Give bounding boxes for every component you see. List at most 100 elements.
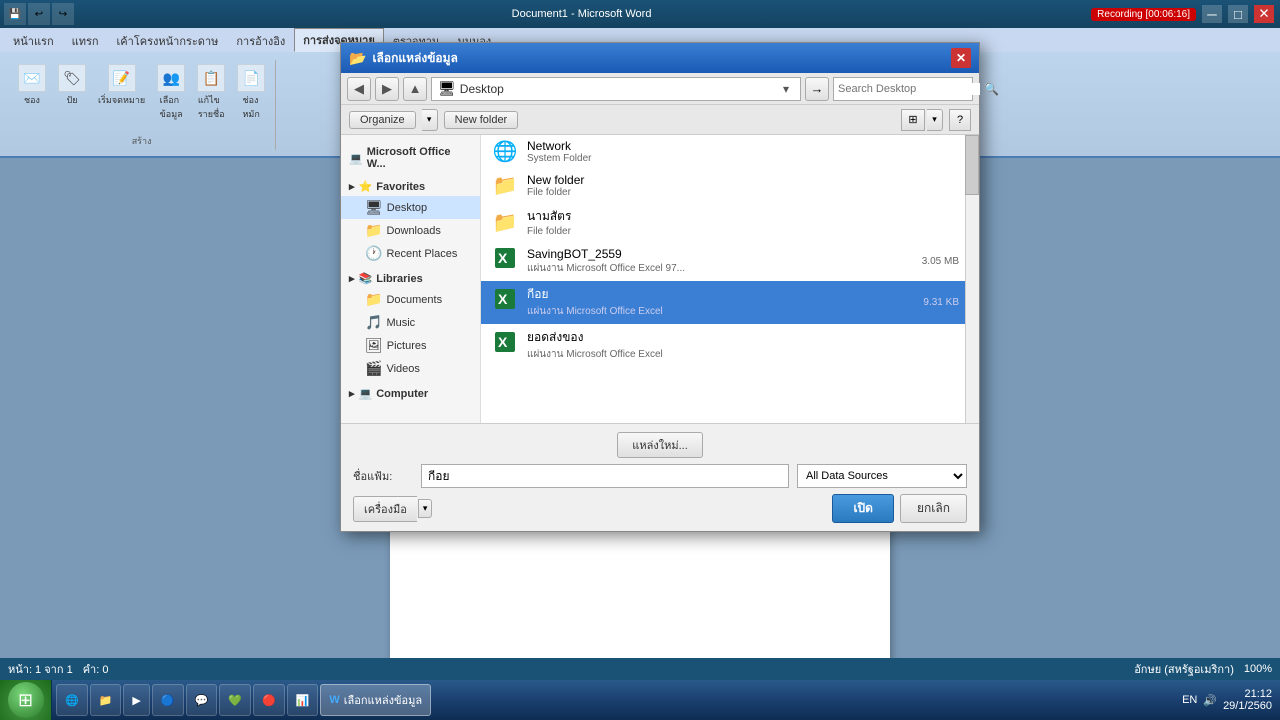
filename-label: ชื่อแฟ้ม: xyxy=(353,467,413,485)
group-create-label: สร้าง xyxy=(132,134,152,148)
recipients-icon: 👥 xyxy=(157,64,185,92)
organize-button[interactable]: Organize xyxy=(349,111,416,129)
nav-documents-label: Documents xyxy=(386,294,442,306)
nav-section-office: 💻 Microsoft Office W... xyxy=(341,141,480,175)
taskbar-red-app[interactable]: 🔴 xyxy=(253,684,285,716)
ribbon-group-create: ✉️ ชอง 🏷 ปัย 📝 เริ่มจดหมาย 👥 เลือกข้อมูล xyxy=(8,60,276,150)
file-item-kioy[interactable]: X กีอย แผ่นงาน Microsoft Office Excel 9.… xyxy=(481,281,979,324)
cancel-button[interactable]: ยกเลิก xyxy=(900,494,967,523)
file-list-scrolltrack[interactable] xyxy=(965,135,979,423)
back-button[interactable]: ◀ xyxy=(347,77,371,101)
dialog-title-text: เลือกแหล่งข้อมูล xyxy=(372,49,945,68)
yodsong-info: ยอดส่งของ แผ่นงาน Microsoft Office Excel xyxy=(527,328,959,362)
up-button[interactable]: ▲ xyxy=(403,77,427,101)
nav-item-recent[interactable]: 🕐 Recent Places xyxy=(341,242,480,265)
merge-label: เริ่มจดหมาย xyxy=(98,93,145,107)
nav-favorites-header[interactable]: ▸ ⭐ Favorites xyxy=(341,177,480,196)
minimize-btn[interactable]: ─ xyxy=(1202,5,1222,23)
system-tray: EN 🔊 21:12 29/1/2560 xyxy=(1174,688,1280,712)
nav-section-libraries: ▸ 📚 Libraries 📁 Documents 🎵 Music xyxy=(341,267,480,382)
newfolder-icon: 📁 xyxy=(491,173,519,198)
footer-buttons-row: เครื่องมือ ▾ เปิด ยกเลิก xyxy=(353,494,967,523)
file-list-scrollthumb[interactable] xyxy=(965,135,979,195)
yodsong-name: ยอดส่งของ xyxy=(527,328,959,347)
file-item-yodsong[interactable]: X ยอดส่งของ แผ่นงาน Microsoft Office Exc… xyxy=(481,324,979,367)
ribbon-btn-start-merge[interactable]: 📝 เริ่มจดหมาย xyxy=(94,62,149,109)
new-folder-footer-btn[interactable]: แหล่งใหม่... xyxy=(617,432,703,458)
tab-home[interactable]: หน้าแรก xyxy=(4,29,63,52)
maximize-btn[interactable]: □ xyxy=(1228,5,1248,23)
namsat-type: File folder xyxy=(527,226,959,237)
tab-references[interactable]: การอ้างอิง xyxy=(227,29,294,52)
file-item-newfolder[interactable]: 📁 New folder File folder xyxy=(481,169,979,203)
ribbon-btn-field[interactable]: 📄 ช่องหมัก xyxy=(233,62,269,123)
ribbon-btn-edit-list[interactable]: 📋 แก้ไขรายชื่อ xyxy=(193,62,229,123)
forward-button[interactable]: ▶ xyxy=(375,77,399,101)
ribbon-btn-select-recipients[interactable]: 👥 เลือกข้อมูล xyxy=(153,62,189,123)
footer-new-folder-row: แหล่งใหม่... xyxy=(353,432,967,458)
lang-indicator: EN xyxy=(1182,694,1197,706)
address-bar[interactable]: 🖥 Desktop ▾ xyxy=(431,77,801,101)
tools-dropdown-btn[interactable]: ▾ xyxy=(418,499,433,518)
taskbar-explorer[interactable]: 📁 xyxy=(90,684,122,716)
nav-item-downloads[interactable]: 📁 Downloads xyxy=(341,219,480,242)
quick-access-toolbar: 💾 ↩ ↪ xyxy=(0,3,78,25)
nav-item-music[interactable]: 🎵 Music xyxy=(341,311,480,334)
new-folder-button[interactable]: New folder xyxy=(444,111,519,129)
tab-insert[interactable]: แทรก xyxy=(63,29,108,52)
filename-input[interactable] xyxy=(421,464,789,488)
newfolder-info: New folder File folder xyxy=(527,173,959,198)
page-info: หน้า: 1 จาก 1 xyxy=(8,660,73,678)
nav-office-header[interactable]: 💻 Microsoft Office W... xyxy=(341,143,480,173)
file-item-savingbot[interactable]: X SavingBOT_2559 แผ่นงาน Microsoft Offic… xyxy=(481,242,979,281)
word-title: Document1 - Microsoft Word xyxy=(78,8,1085,20)
namsat-name: นามสัตร xyxy=(527,207,959,226)
undo-quick-btn[interactable]: ↩ xyxy=(28,3,50,25)
view-toggle-btn[interactable]: ⊞ xyxy=(901,109,925,131)
nav-item-pictures[interactable]: 🖼 Pictures xyxy=(341,334,480,357)
kioy-info: กีอย แผ่นงาน Microsoft Office Excel xyxy=(527,285,901,319)
file-item-network[interactable]: 🌐 Network System Folder xyxy=(481,135,979,169)
taskbar-ie[interactable]: 🌐 xyxy=(56,684,88,716)
address-go-button[interactable]: → xyxy=(805,77,829,101)
tools-main-btn[interactable]: เครื่องมือ xyxy=(353,496,417,522)
network-type: System Folder xyxy=(527,153,959,164)
ribbon-btn-label[interactable]: 🏷 ปัย xyxy=(54,62,90,109)
filetype-select[interactable]: All Data Sources xyxy=(797,464,967,488)
redo-quick-btn[interactable]: ↪ xyxy=(52,3,74,25)
file-item-namsat[interactable]: 📁 นามสัตร File folder xyxy=(481,203,979,242)
dialog-footer: แหล่งใหม่... ชื่อแฟ้ม: All Data Sources … xyxy=(341,423,979,531)
start-button[interactable]: ⊞ xyxy=(0,680,52,720)
nav-item-desktop[interactable]: 🖥 Desktop xyxy=(341,196,480,219)
footer-filename-row: ชื่อแฟ้ม: All Data Sources xyxy=(353,464,967,488)
address-dropdown-btn[interactable]: ▾ xyxy=(778,78,794,100)
svg-text:X: X xyxy=(498,334,508,350)
open-button[interactable]: เปิด xyxy=(832,494,894,523)
help-button[interactable]: ? xyxy=(949,109,971,131)
search-input[interactable] xyxy=(838,83,980,95)
organize-dropdown[interactable]: ▾ xyxy=(422,109,438,131)
dialog-close-button[interactable]: ✕ xyxy=(951,48,971,68)
nav-music-label: Music xyxy=(386,317,415,329)
taskbar-word[interactable]: W เลือกแหล่งข้อมูล xyxy=(320,684,431,716)
computer-expand-icon: ▸ xyxy=(349,387,355,400)
savingbot-name: SavingBOT_2559 xyxy=(527,247,901,261)
taskbar-skype[interactable]: 💬 xyxy=(186,684,218,716)
word-window-controls: Recording [00:06:16] ─ □ ✕ xyxy=(1085,5,1280,23)
clock-time: 21:12 xyxy=(1223,688,1272,700)
nav-item-documents[interactable]: 📁 Documents xyxy=(341,288,480,311)
ribbon-btn-envelope[interactable]: ✉️ ชอง xyxy=(14,62,50,109)
nav-computer-header[interactable]: ▸ 💻 Computer xyxy=(341,384,480,403)
taskbar-mediaplayer[interactable]: ▶ xyxy=(123,684,149,716)
save-quick-btn[interactable]: 💾 xyxy=(4,3,26,25)
taskbar-excel[interactable]: 📊 xyxy=(287,684,319,716)
taskbar-line[interactable]: 💚 xyxy=(219,684,251,716)
view-dropdown[interactable]: ▾ xyxy=(927,109,943,131)
close-window-btn[interactable]: ✕ xyxy=(1254,5,1274,23)
nav-item-videos[interactable]: 🎬 Videos xyxy=(341,357,480,380)
tab-pagelayout[interactable]: เค้าโครงหน้ากระดาษ xyxy=(108,29,228,52)
nav-libraries-header[interactable]: ▸ 📚 Libraries xyxy=(341,269,480,288)
taskbar-chrome[interactable]: 🔵 xyxy=(152,684,184,716)
savingbot-type: แผ่นงาน Microsoft Office Excel 97... xyxy=(527,261,901,276)
search-box[interactable]: 🔍 xyxy=(833,77,973,101)
